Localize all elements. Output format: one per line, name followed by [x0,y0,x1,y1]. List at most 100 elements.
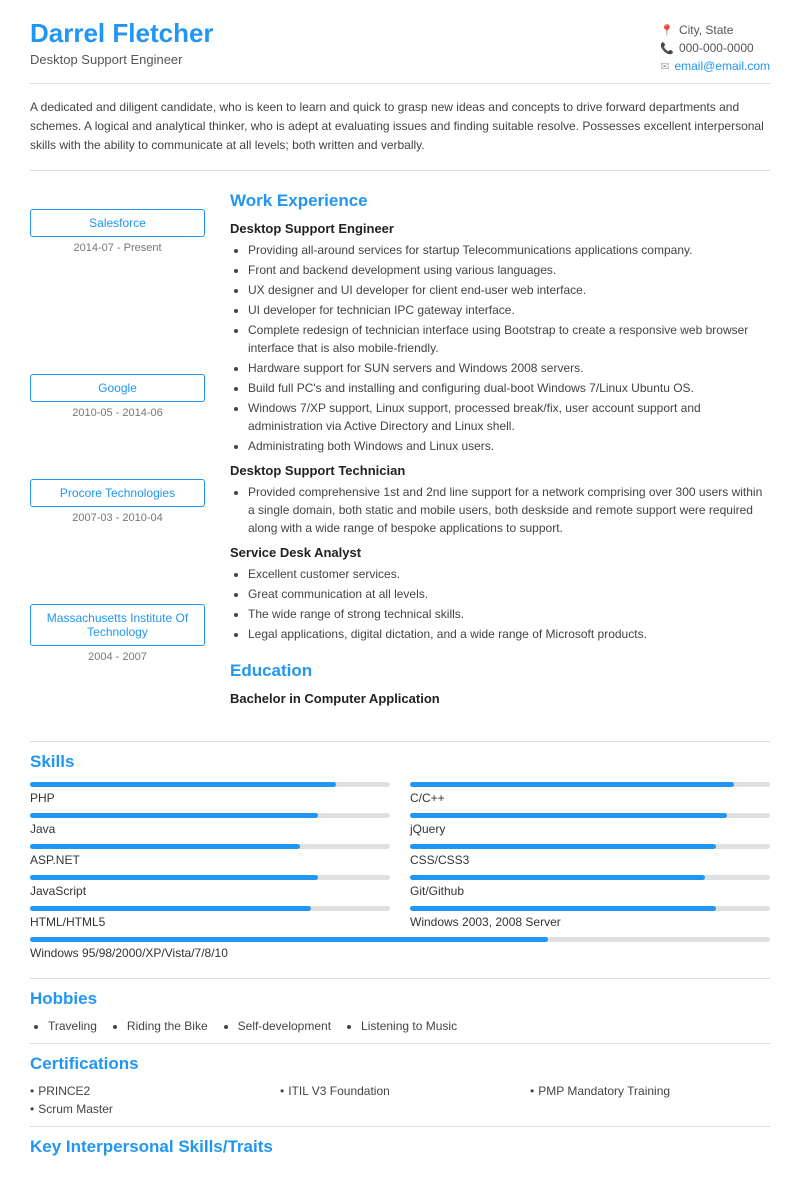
skill-bar-bg [410,875,770,880]
left-column: Salesforce 2014-07 - Present Google 2010… [0,171,220,721]
date-salesforce: 2014-07 - Present [30,242,205,254]
skill-bar-bg [30,937,770,942]
phone: 000-000-0000 [679,41,754,55]
skill-label: Windows 95/98/2000/XP/Vista/7/8/10 [30,946,770,960]
skill-item: ASP.NET [30,844,390,867]
skill-bar-bg [30,782,390,787]
skill-bar-bg [30,875,390,880]
skill-item: PHP [30,782,390,805]
hobby-item: Listening to Music [361,1019,457,1033]
skill-item: jQuery [410,813,770,836]
company-procore: Procore Technologies [30,479,205,507]
email-icon: ✉ [660,60,669,73]
job-title-3: Service Desk Analyst [230,545,770,560]
hobby-item: Riding the Bike [127,1019,208,1033]
bullet-1-8: Windows 7/XP support, Linux support, pro… [248,399,770,435]
skill-item: C/C++ [410,782,770,805]
bullet-2-1: Provided comprehensive 1st and 2nd line … [248,483,770,537]
main-content: Salesforce 2014-07 - Present Google 2010… [0,171,800,741]
key-divider [30,1126,770,1127]
bullet-1-4: UI developer for technician IPC gateway … [248,301,770,319]
summary-text: A dedicated and diligent candidate, who … [30,98,770,156]
skill-label: Java [30,822,390,836]
bullet-1-3: UX designer and UI developer for client … [248,281,770,299]
skill-bar-bg [410,844,770,849]
skill-bar-bg [30,844,390,849]
company-google: Google [30,374,205,402]
degree-title: Bachelor in Computer Application [230,691,770,706]
job-bullets-2: Provided comprehensive 1st and 2nd line … [230,483,770,537]
key-title: Key Interpersonal Skills/Traits [30,1137,770,1157]
bullet-3-1: Excellent customer services. [248,565,770,583]
skill-item: Git/Github [410,875,770,898]
work-experience-title: Work Experience [230,191,770,211]
right-column: Work Experience Desktop Support Engineer… [220,171,800,721]
header: Darrel Fletcher Desktop Support Engineer… [0,0,800,83]
hobbies-divider [30,978,770,979]
hobbies-title: Hobbies [30,989,770,1009]
skill-bar-fill [30,906,311,911]
skill-bar-bg [410,782,770,787]
key-section: Key Interpersonal Skills/Traits [0,1137,800,1177]
skill-bar-fill [410,813,727,818]
skill-item: CSS/CSS3 [410,844,770,867]
job-title-1: Desktop Support Engineer [230,221,770,236]
cert-divider [30,1043,770,1044]
cert-item: PMP Mandatory Training [530,1084,770,1098]
date-procore: 2007-03 - 2010-04 [30,512,205,524]
skills-title: Skills [30,752,770,772]
bullet-1-7: Build full PC's and installing and confi… [248,379,770,397]
skills-section: Skills PHP C/C++ Java jQuery [0,752,800,978]
job-bullets-1: Providing all-around services for startu… [230,241,770,455]
job-bullets-3: Excellent customer services. Great commu… [230,565,770,643]
skill-bar-fill [410,875,705,880]
city-state-item: 📍 City, State [660,23,733,37]
bullet-1-1: Providing all-around services for startu… [248,241,770,259]
email-item: ✉ email@email.com [660,59,770,73]
phone-icon: 📞 [660,42,674,55]
bullet-3-2: Great communication at all levels. [248,585,770,603]
skill-bar-fill [30,782,336,787]
email-link[interactable]: email@email.com [674,59,770,73]
skill-item: Windows 2003, 2008 Server [410,906,770,929]
bullet-1-2: Front and backend development using vari… [248,261,770,279]
cert-section: Certifications PRINCE2ITIL V3 Foundation… [0,1054,800,1126]
header-right: 📍 City, State 📞 000-000-0000 ✉ email@ema… [660,18,770,73]
cert-item: Scrum Master [30,1102,270,1116]
skill-bar-bg [410,813,770,818]
header-left: Darrel Fletcher Desktop Support Engineer [30,18,214,67]
skill-label: C/C++ [410,791,770,805]
skill-bar-fill [30,937,548,942]
skill-item: Java [30,813,390,836]
skill-item: HTML/HTML5 [30,906,390,929]
location-icon: 📍 [660,24,674,37]
date-google: 2010-05 - 2014-06 [30,407,205,419]
bullet-3-3: The wide range of strong technical skill… [248,605,770,623]
skill-bar-fill [30,844,300,849]
bullet-1-9: Administrating both Windows and Linux us… [248,437,770,455]
cert-item: PRINCE2 [30,1084,270,1098]
skill-bar-fill [410,906,716,911]
skill-label: jQuery [410,822,770,836]
skill-label: Git/Github [410,884,770,898]
hobby-item: Traveling [48,1019,97,1033]
skill-label: HTML/HTML5 [30,915,390,929]
candidate-name: Darrel Fletcher [30,18,214,49]
skill-label: JavaScript [30,884,390,898]
skill-label: CSS/CSS3 [410,853,770,867]
candidate-title: Desktop Support Engineer [30,52,214,67]
skill-bar-bg [410,906,770,911]
education-title: Education [230,661,770,681]
bullet-1-5: Complete redesign of technician interfac… [248,321,770,357]
phone-item: 📞 000-000-0000 [660,41,753,55]
skill-label: PHP [30,791,390,805]
skill-bar-bg [30,906,390,911]
skill-label: ASP.NET [30,853,390,867]
summary-section: A dedicated and diligent candidate, who … [0,84,800,170]
skill-bar-fill [410,844,716,849]
institution-mit: Massachusetts Institute Of Technology [30,604,205,646]
company-salesforce: Salesforce [30,209,205,237]
bullet-3-4: Legal applications, digital dictation, a… [248,625,770,643]
skill-bar-fill [30,875,318,880]
hobby-item: Self-development [238,1019,331,1033]
